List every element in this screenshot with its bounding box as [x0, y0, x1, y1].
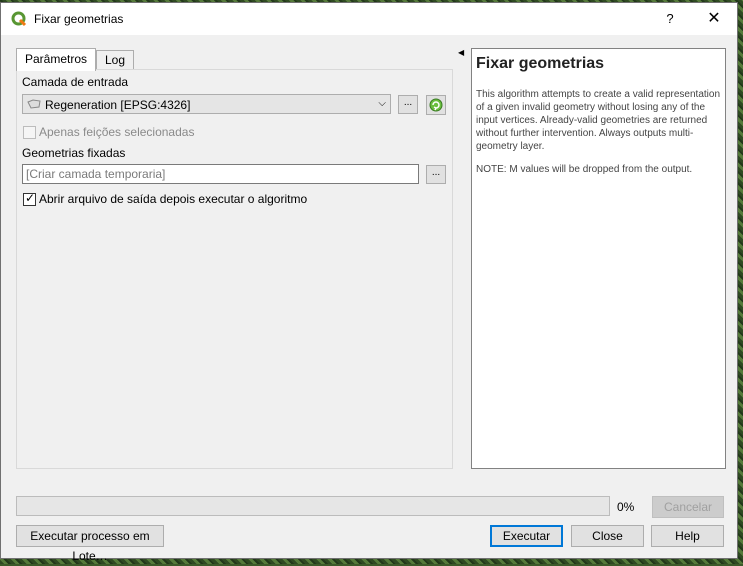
open-output-checkbox[interactable]: ✓	[23, 191, 36, 206]
input-layer-combo[interactable]: Regeneration [EPSG:4326] ⌵	[22, 94, 391, 114]
selected-only-label: Apenas feições selecionadas	[39, 125, 195, 139]
open-output-label: Abrir arquivo de saída depois executar o…	[39, 192, 308, 206]
help-note: NOTE: M values will be dropped from the …	[476, 164, 693, 175]
cancel-button[interactable]: Cancelar	[652, 496, 724, 518]
chevron-down-icon: ⌵	[378, 98, 386, 109]
qgis-logo-icon	[11, 11, 27, 27]
input-layer-value: Regeneration [EPSG:4326]	[45, 98, 191, 112]
help-title: Fixar geometrias	[476, 55, 605, 72]
help-body: This algorithm attempts to create a vali…	[476, 89, 721, 152]
close-window-button[interactable]: ✕	[697, 7, 731, 31]
polygon-layer-icon	[27, 99, 41, 109]
dialog-window: Fixar geometrias ? ✕ Parâmetros Log Cama…	[0, 2, 738, 563]
output-label: Geometrias fixadas	[22, 146, 126, 160]
batch-process-button[interactable]: Executar processo em Lote…	[16, 525, 164, 563]
iterate-features-button[interactable]	[426, 95, 446, 115]
iterate-green-icon	[429, 98, 443, 112]
title-bar: Fixar geometrias ? ✕	[1, 3, 737, 35]
progress-bar	[16, 496, 610, 516]
tab-parametros[interactable]: Parâmetros	[16, 48, 96, 71]
input-layer-browse-button[interactable]: ...	[398, 95, 418, 114]
checkmark-icon: ✓	[25, 191, 36, 205]
output-field[interactable]	[22, 164, 419, 184]
selected-only-checkbox[interactable]	[23, 126, 36, 139]
output-input[interactable]	[23, 165, 419, 183]
tab-log[interactable]: Log	[96, 50, 134, 69]
run-button[interactable]: Executar	[490, 525, 563, 547]
help-title-button[interactable]: ?	[656, 7, 684, 31]
collapse-arrow-icon[interactable]: ◀	[458, 48, 464, 57]
progress-percent: 0%	[617, 500, 635, 514]
parameters-panel: Camada de entrada Regeneration [EPSG:432…	[16, 69, 453, 469]
output-browse-button[interactable]: ...	[426, 165, 446, 184]
close-button[interactable]: Close	[571, 525, 644, 547]
help-panel: Fixar geometrias This algorithm attempts…	[471, 48, 726, 469]
input-layer-label: Camada de entrada	[22, 75, 129, 89]
window-title: Fixar geometrias	[34, 12, 124, 26]
help-button[interactable]: Help	[651, 525, 724, 547]
